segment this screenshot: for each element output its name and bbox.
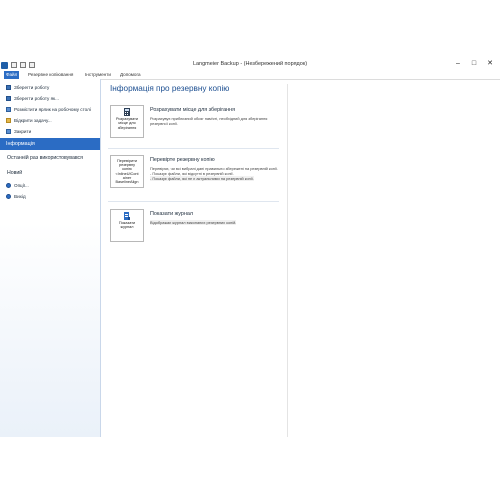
calculator-icon [124,108,130,116]
tab-file[interactable]: Файл [4,71,20,79]
section-divider [108,201,279,202]
show-log-desc: Відображає журнал виконаних резервних ко… [150,220,280,225]
gear-icon [6,182,11,188]
window-title: Langmeier Backup - (Незбережений порядок… [192,61,308,67]
open-task-icon [6,117,11,123]
shortcut-icon [6,106,11,112]
tab-help[interactable]: Допомога [118,71,143,79]
sidebar-item-close[interactable]: Закрити [6,126,31,136]
show-log-button[interactable]: Показати журнал [110,209,144,242]
button-label-line: Перевірити резервну [116,158,138,167]
sidebar-item-label: Розмістити ярлик на робочому столі [14,106,91,112]
desc-text: Відображає журнал виконаних резервних ко… [150,220,237,225]
sidebar-item-open-task[interactable]: Відкрити задачу... [6,115,52,125]
calculate-storage-button[interactable]: Розрахувати місце для зберігання [110,105,144,138]
tab-backup[interactable]: Резервне копіювання [26,71,75,79]
sidebar-item-save-as[interactable]: Зберегти роботу як... [6,93,59,103]
close-folder-icon [6,128,11,134]
save-as-icon [6,95,11,101]
calculate-storage-desc: Розрахувує приблизний обсяг пам'яті, нео… [150,116,268,126]
verify-backup-title: Перевірте резервну копію [150,157,215,163]
button-label: Розрахувати місце для зберігання [115,117,139,130]
sidebar-item-label: Вихід [14,193,26,199]
sidebar-item-desktop-shortcut[interactable]: Розмістити ярлик на робочому столі [6,104,91,114]
sidebar-item-label: Зберегти роботу як... [14,95,59,101]
calculate-storage-title: Розрахувати місце для зберігання [150,107,235,113]
sidebar-item-info[interactable]: Інформація [0,138,100,150]
sidebar-item-label: Відкрити задачу... [14,117,52,123]
exit-icon [6,193,11,199]
sidebar-item-new[interactable]: Новий [7,170,22,176]
desc-line: - Показує файли, які не є актуальними на… [150,176,280,181]
verify-backup-button[interactable]: Перевірити резервну копію <InlineUICont … [110,155,144,188]
sidebar-item-exit[interactable]: Вихід [6,191,26,201]
vertical-divider [287,84,288,437]
button-label: Перевірити резервну копію <InlineUICont … [111,159,143,185]
close-button[interactable]: ✕ [480,58,500,70]
sidebar-item-recent[interactable]: Останній раз використовувався [7,155,83,161]
page-title: Інформація про резервну копію [110,84,230,93]
button-label-line: BaselineAlign [115,180,139,185]
log-icon [124,212,130,220]
sidebar-item-label: Зберегти роботу [14,84,50,90]
sidebar-item-label: Опції... [14,182,29,188]
show-log-title: Показати журнал [150,211,194,217]
sidebar-item-save[interactable]: Зберегти роботу [6,82,49,92]
sidebar-item-label: Закрити [14,128,32,134]
desc-line-text: - Показує файли, які не є актуальними на… [150,176,254,181]
save-icon [6,84,11,90]
section-divider [108,148,279,149]
tab-tools[interactable]: Інструменти [83,71,113,79]
verify-backup-desc: Перевіряє, чи всі вибрані дані правильно… [150,166,280,181]
sidebar-item-options[interactable]: Опції... [6,180,29,190]
button-label: Показати журнал [118,221,136,230]
